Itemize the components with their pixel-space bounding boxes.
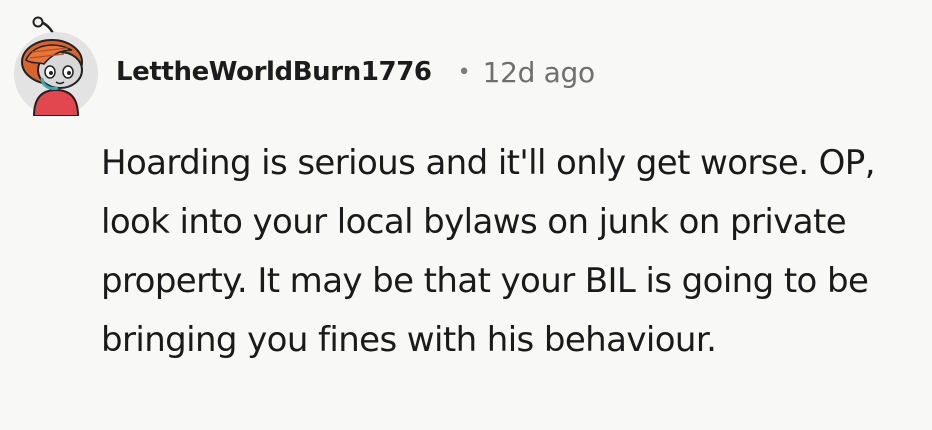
user-avatar-icon[interactable] — [12, 16, 100, 117]
comment-body: Hoarding is serious and it'll only get w… — [101, 143, 876, 360]
comment-meta: LettheWorldBurn1776 • 12d ago — [116, 52, 595, 92]
timestamp[interactable]: 12d ago — [483, 56, 596, 89]
username-link[interactable]: LettheWorldBurn1776 — [116, 57, 432, 87]
avatar-illustration — [14, 16, 98, 117]
comment-card: LettheWorldBurn1776 • 12d ago Hoarding i… — [0, 0, 932, 430]
meta-separator: • — [457, 59, 471, 85]
